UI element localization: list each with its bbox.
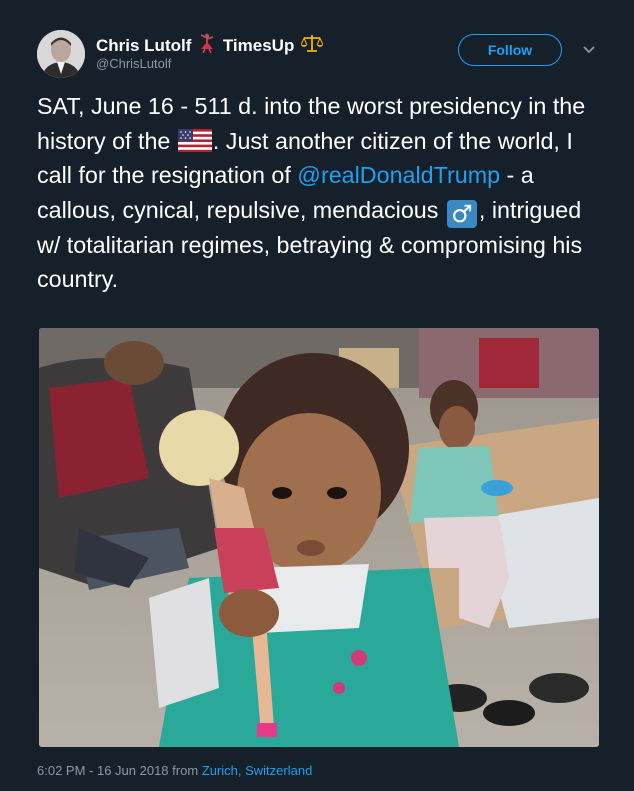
timestamp-time: 6:02 PM - 16 Jun 2018 from (37, 763, 202, 778)
male-sign-emoji-icon: ♂ (446, 199, 477, 228)
tweet-text: SAT, June 16 - 511 d. into the worst pre… (37, 89, 605, 297)
follow-button[interactable]: Follow (458, 34, 562, 66)
tweet-timestamp: 6:02 PM - 16 Jun 2018 from Zurich, Switz… (37, 763, 312, 778)
scales-emoji-icon (300, 33, 324, 58)
author-name-text: Chris Lutolf (96, 36, 192, 55)
author-name-suffix: TimesUp (222, 36, 295, 55)
author-display-name[interactable]: Chris Lutolf TimesUp (96, 33, 325, 58)
tweet-photo-image (39, 328, 599, 747)
tweet-photo[interactable] (39, 328, 599, 747)
mention-link[interactable]: @realDonaldTrump (297, 162, 500, 188)
avatar[interactable] (37, 30, 85, 78)
dancer-emoji-icon (198, 33, 216, 58)
us-flag-emoji-icon (177, 128, 212, 152)
author-handle[interactable]: @ChrisLutolf (96, 56, 171, 71)
avatar-image (37, 30, 85, 78)
location-link[interactable]: Zurich, Switzerland (202, 763, 313, 778)
chevron-down-icon[interactable] (582, 44, 596, 56)
